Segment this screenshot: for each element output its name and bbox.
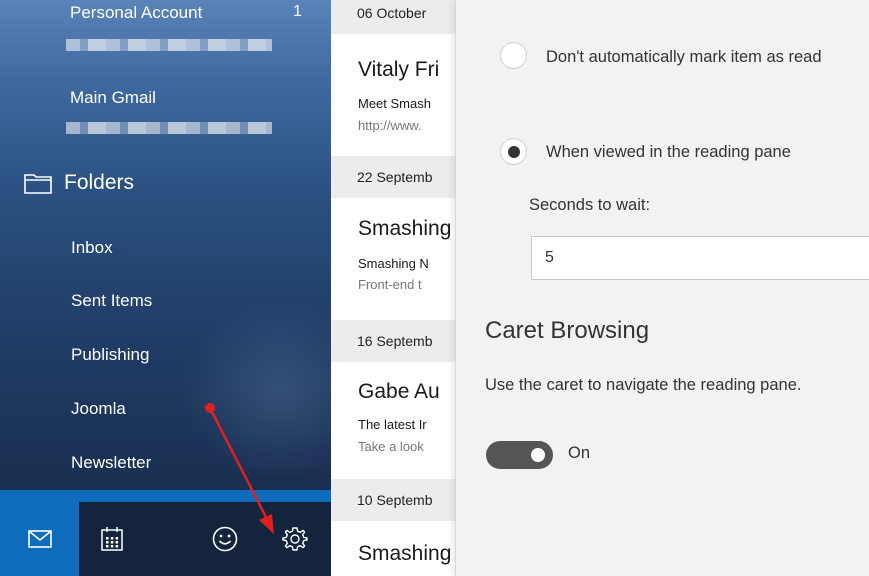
folder-label: Sent Items <box>71 291 153 310</box>
caret-browsing-description: Use the caret to navigate the reading pa… <box>485 376 802 394</box>
folders-label: Folders <box>64 171 135 194</box>
date-group-header: 16 Septemb <box>331 320 455 362</box>
folders-header[interactable]: Folders <box>24 171 134 195</box>
background-glow <box>180 300 331 480</box>
folder-item-inbox[interactable]: Inbox <box>71 238 113 258</box>
date-group-header: 22 Septemb <box>331 156 455 198</box>
message-subject: Smashing N <box>358 256 429 271</box>
mail-button[interactable] <box>0 502 79 576</box>
folder-item-joomla[interactable]: Joomla <box>71 399 126 419</box>
selected-folder-highlight[interactable] <box>0 490 331 502</box>
calendar-icon <box>101 527 123 551</box>
gear-icon <box>282 527 308 551</box>
radio-label: Don't automatically mark item as read <box>546 48 822 66</box>
radio-label: When viewed in the reading pane <box>546 143 791 161</box>
feedback-button[interactable] <box>195 502 255 576</box>
folder-item-newsletter[interactable]: Newsletter <box>71 453 151 473</box>
folder-label: Newsletter <box>71 453 152 472</box>
account-personal[interactable]: Personal Account <box>70 3 202 23</box>
navigation-sidebar: Personal Account 1 Main Gmail Folders In… <box>0 0 331 576</box>
folder-item-publishing[interactable]: Publishing <box>71 345 149 365</box>
message-sender: Smashing <box>358 217 452 240</box>
message-sender: Gabe Au <box>358 380 440 403</box>
radio-dont-mark-read[interactable] <box>500 42 527 69</box>
message-subject: The latest Ir <box>358 417 427 432</box>
seconds-to-wait-label: Seconds to wait: <box>529 196 651 214</box>
account-email-redacted <box>66 122 272 134</box>
folder-label: Publishing <box>71 345 150 364</box>
message-preview: Front-end t <box>358 277 422 292</box>
account-main-gmail[interactable]: Main Gmail <box>70 88 156 108</box>
calendar-button[interactable] <box>79 502 145 576</box>
folder-label: Joomla <box>71 399 126 418</box>
folder-item-sent[interactable]: Sent Items <box>71 291 152 311</box>
date-group-header: 10 Septemb <box>331 479 455 521</box>
settings-button[interactable] <box>265 502 325 576</box>
unread-count-badge: 1 <box>293 3 302 20</box>
message-sender: Vitaly Fri <box>358 58 440 81</box>
message-subject: Meet Smash <box>358 96 431 111</box>
message-sender: Smashing <box>358 542 452 565</box>
radio-mark-when-viewed[interactable] <box>500 138 527 165</box>
message-preview: http://www. <box>358 118 422 133</box>
settings-pane: Don't automatically mark item as read Wh… <box>455 0 869 576</box>
seconds-to-wait-input[interactable]: 5 <box>531 236 869 280</box>
caret-browsing-title: Caret Browsing <box>485 317 650 344</box>
account-email-redacted <box>66 39 272 51</box>
date-group-header: 06 October <box>331 0 455 34</box>
account-name: Personal Account <box>70 3 203 22</box>
smiley-icon <box>212 526 238 552</box>
message-preview: Take a look <box>358 439 424 454</box>
toggle-state-label: On <box>568 444 591 462</box>
toggle-knob <box>531 448 545 462</box>
folder-icon <box>24 174 52 194</box>
account-name: Main Gmail <box>70 88 156 107</box>
caret-browsing-toggle[interactable] <box>486 441 553 469</box>
message-list: 06 October Vitaly Fri Meet Smash http://… <box>331 0 455 576</box>
mail-icon <box>27 530 52 548</box>
folder-label: Inbox <box>71 238 113 257</box>
